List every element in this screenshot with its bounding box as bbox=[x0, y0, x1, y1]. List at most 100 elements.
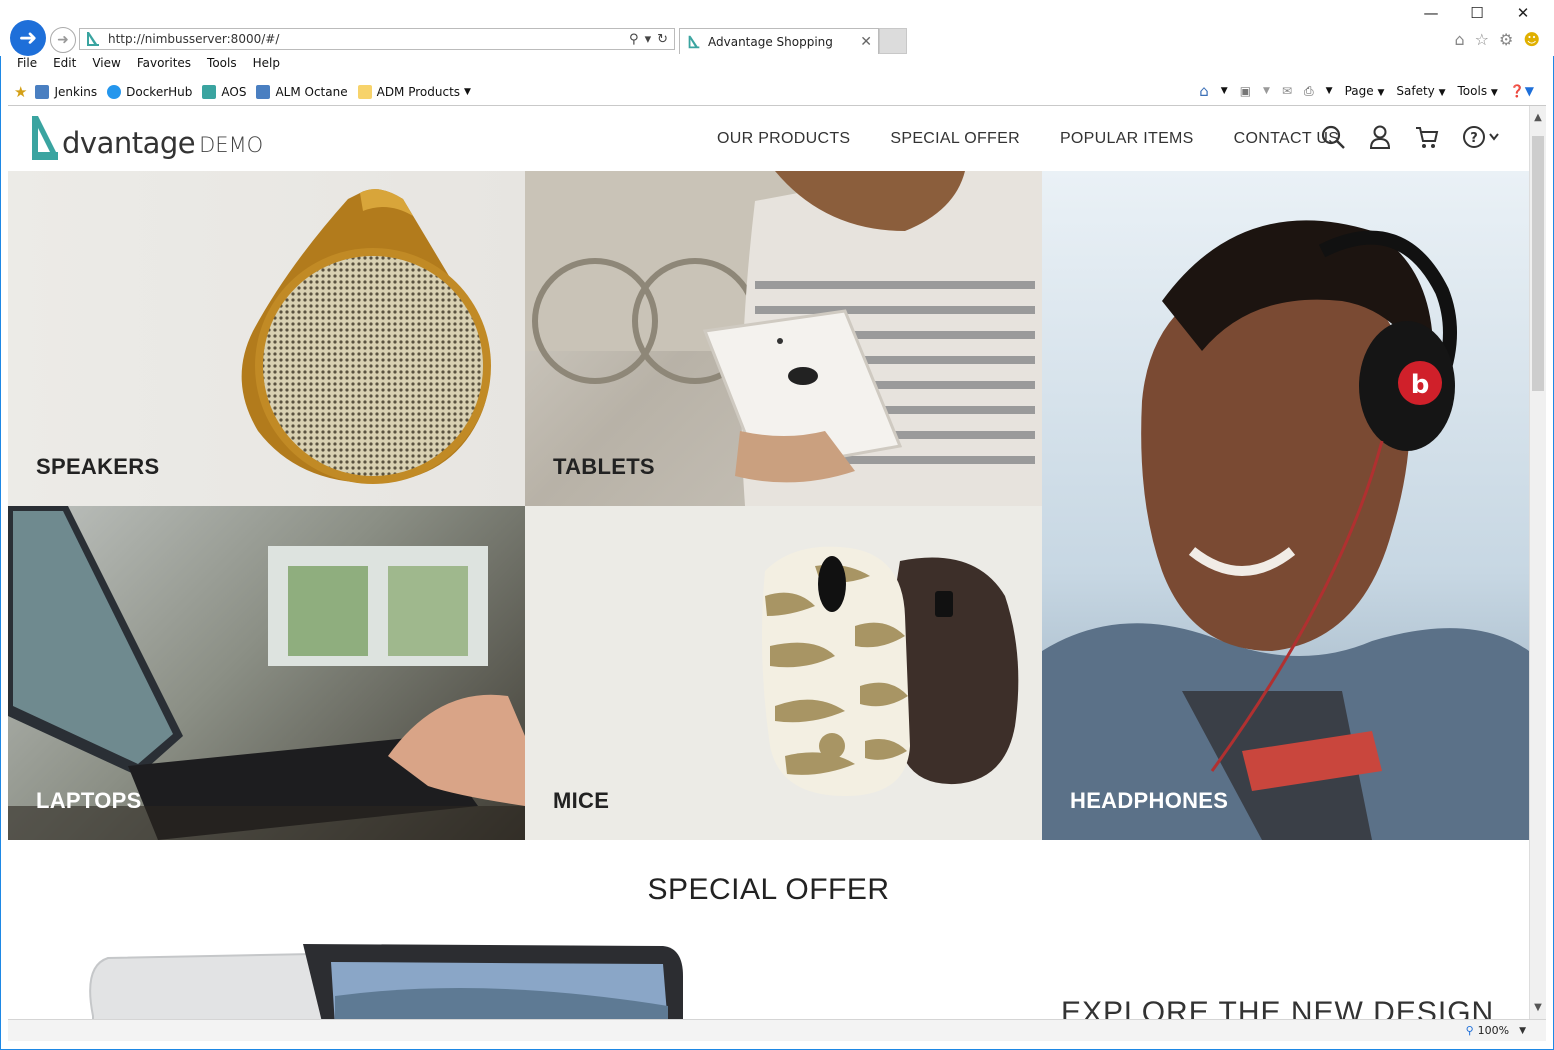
web-page: dvantage DEMO OUR PRODUCTS SPECIAL OFFER… bbox=[8, 106, 1529, 1019]
special-offer-headline: EXPLORE THE NEW DESIGN bbox=[1061, 996, 1495, 1019]
zoom-magnifier-icon: ⚲ bbox=[1465, 1024, 1474, 1037]
search-icon[interactable] bbox=[1320, 124, 1346, 150]
scrollbar-thumb[interactable] bbox=[1532, 136, 1544, 391]
new-tab-button[interactable] bbox=[879, 28, 907, 54]
favorite-adm-products[interactable]: ADM Products ▼ bbox=[357, 85, 471, 99]
page-menu-label: Page bbox=[1344, 84, 1374, 98]
read-mail-icon[interactable]: ✉ bbox=[1282, 84, 1292, 98]
favorite-jenkins[interactable]: Jenkins bbox=[35, 85, 97, 99]
vertical-scrollbar[interactable]: ▲ ▼ bbox=[1529, 106, 1546, 1019]
tab-favicon-icon bbox=[688, 35, 700, 48]
favorite-alm-octane[interactable]: ALM Octane bbox=[256, 85, 348, 99]
special-offer-title: SPECIAL OFFER bbox=[647, 873, 890, 906]
feedback-smiley-icon[interactable]: ☻ bbox=[1523, 30, 1540, 49]
print-icon[interactable]: ⎙ bbox=[1304, 84, 1314, 99]
safety-menu[interactable]: Safety ▼ bbox=[1396, 84, 1445, 98]
dropdown-arrow-icon[interactable]: ▾ bbox=[645, 32, 652, 47]
tab-title: Advantage Shopping bbox=[708, 34, 833, 49]
category-label-tablets: TABLETS bbox=[553, 454, 655, 479]
category-tile-headphones[interactable]: b HEADPHONES bbox=[1042, 171, 1529, 840]
minimize-icon[interactable]: — bbox=[1408, 4, 1454, 22]
menu-view[interactable]: View bbox=[92, 56, 120, 78]
favorite-label: AOS bbox=[221, 85, 247, 99]
menu-edit[interactable]: Edit bbox=[53, 56, 76, 78]
menu-tools[interactable]: Tools bbox=[207, 56, 237, 78]
cart-icon[interactable] bbox=[1414, 124, 1440, 150]
category-tile-tablets[interactable]: TABLETS bbox=[525, 171, 1042, 506]
tab-advantage-shopping[interactable]: Advantage Shopping ✕ bbox=[679, 28, 879, 54]
nav-popular-items[interactable]: POPULAR ITEMS bbox=[1060, 130, 1194, 148]
home-icon[interactable]: ⌂ bbox=[1454, 30, 1464, 49]
settings-gear-icon[interactable]: ⚙ bbox=[1499, 30, 1513, 49]
category-label-speakers: SPEAKERS bbox=[36, 454, 160, 479]
refresh-icon[interactable]: ↻ bbox=[657, 32, 668, 47]
category-label-headphones: HEADPHONES bbox=[1070, 788, 1229, 813]
forward-button[interactable]: ➜ bbox=[50, 27, 76, 53]
scroll-up-arrow-icon[interactable]: ▲ bbox=[1530, 112, 1546, 123]
nav-special-offer[interactable]: SPECIAL OFFER bbox=[890, 130, 1020, 148]
page-menu[interactable]: Page ▼ bbox=[1345, 84, 1385, 98]
dropdown-arrow-icon: ▼ bbox=[464, 87, 471, 97]
svg-text:b: b bbox=[1411, 370, 1430, 400]
back-button[interactable]: ➜ bbox=[10, 20, 46, 56]
logo-text: dvantage bbox=[62, 126, 196, 160]
zoom-control[interactable]: ⚲ 100% bbox=[1466, 1024, 1510, 1037]
dropdown-arrow-icon[interactable]: ▼ bbox=[1326, 86, 1333, 96]
close-tab-icon[interactable]: ✕ bbox=[860, 34, 872, 50]
help-icon[interactable]: ❓▼ bbox=[1510, 84, 1534, 98]
category-tile-mice[interactable]: MICE bbox=[525, 506, 1042, 840]
favorites-star-icon[interactable]: ☆ bbox=[1475, 30, 1489, 49]
favorite-label: Jenkins bbox=[54, 85, 98, 99]
site-logo[interactable]: dvantage DEMO bbox=[30, 114, 263, 160]
site-favicon-icon bbox=[87, 32, 99, 46]
close-window-icon[interactable]: ✕ bbox=[1500, 4, 1546, 22]
favorite-label: ADM Products bbox=[376, 85, 461, 99]
ie-page-icon bbox=[256, 85, 271, 99]
category-label-laptops: LAPTOPS bbox=[36, 788, 142, 813]
logo-a-icon bbox=[32, 116, 58, 160]
command-bar: ⌂ ▼ ▣ ▼ ✉ ⎙ ▼ Page ▼ Safety ▼ Tools ▼ ❓▼ bbox=[1199, 82, 1534, 100]
tools-menu-label: Tools bbox=[1457, 84, 1488, 98]
dropdown-arrow-icon[interactable]: ▼ bbox=[1263, 86, 1270, 96]
favorite-aos[interactable]: AOS bbox=[202, 85, 246, 99]
menu-bar: File Edit View Favorites Tools Help bbox=[0, 56, 296, 78]
tools-menu[interactable]: Tools ▼ bbox=[1458, 84, 1498, 98]
browser-right-icons: ⌂ ☆ ⚙ ☻ bbox=[1454, 30, 1540, 49]
category-tile-speakers[interactable]: SPEAKERS bbox=[8, 171, 525, 506]
home-icon[interactable]: ⌂ bbox=[1199, 82, 1209, 100]
address-url[interactable]: http://nimbusserver:8000/#/ bbox=[108, 32, 629, 46]
search-icon[interactable]: ⚲ bbox=[629, 32, 639, 47]
maximize-icon[interactable]: ☐ bbox=[1454, 4, 1500, 22]
browser-titlebar: ➜ ➜ http://nimbusserver:8000/#/ ⚲ ▾ ↻ Ad… bbox=[0, 0, 1554, 56]
favorite-label: DockerHub bbox=[126, 85, 193, 99]
logo-suffix: DEMO bbox=[199, 133, 264, 157]
window-controls: — ☐ ✕ bbox=[1408, 4, 1546, 22]
help-dropdown-icon[interactable]: ? bbox=[1462, 124, 1502, 150]
headphones-image: b bbox=[1042, 220, 1529, 840]
arrow-left-icon: ➜ bbox=[18, 25, 38, 51]
user-icon[interactable] bbox=[1368, 124, 1392, 150]
dropdown-arrow-icon[interactable]: ▼ bbox=[1221, 86, 1228, 96]
docker-icon bbox=[107, 85, 122, 99]
main-nav: OUR PRODUCTS SPECIAL OFFER POPULAR ITEMS… bbox=[717, 130, 1339, 148]
menu-file[interactable]: File bbox=[17, 56, 37, 78]
add-favorite-star-icon[interactable]: ★ bbox=[14, 83, 27, 101]
ie-page-icon bbox=[35, 85, 50, 99]
nav-our-products[interactable]: OUR PRODUCTS bbox=[717, 130, 850, 148]
arrow-right-icon: ➜ bbox=[57, 32, 69, 48]
menu-help[interactable]: Help bbox=[253, 56, 280, 78]
folder-icon bbox=[357, 85, 372, 99]
special-offer-laptop-image bbox=[89, 944, 683, 1019]
menu-favorites[interactable]: Favorites bbox=[137, 56, 191, 78]
scroll-down-arrow-icon[interactable]: ▼ bbox=[1530, 1002, 1546, 1013]
svg-text:?: ? bbox=[1470, 131, 1478, 146]
rss-feed-icon[interactable]: ▣ bbox=[1240, 84, 1251, 98]
category-tile-laptops[interactable]: LAPTOPS bbox=[8, 506, 525, 840]
address-bar[interactable]: http://nimbusserver:8000/#/ ⚲ ▾ ↻ bbox=[79, 28, 675, 50]
zoom-dropdown-icon[interactable]: ▼ bbox=[1519, 1026, 1526, 1036]
header-icons: ? bbox=[1320, 124, 1502, 150]
category-label-mice: MICE bbox=[553, 788, 610, 813]
aos-icon bbox=[202, 85, 217, 99]
zoom-level: 100% bbox=[1477, 1024, 1510, 1037]
favorite-dockerhub[interactable]: DockerHub bbox=[107, 85, 192, 99]
